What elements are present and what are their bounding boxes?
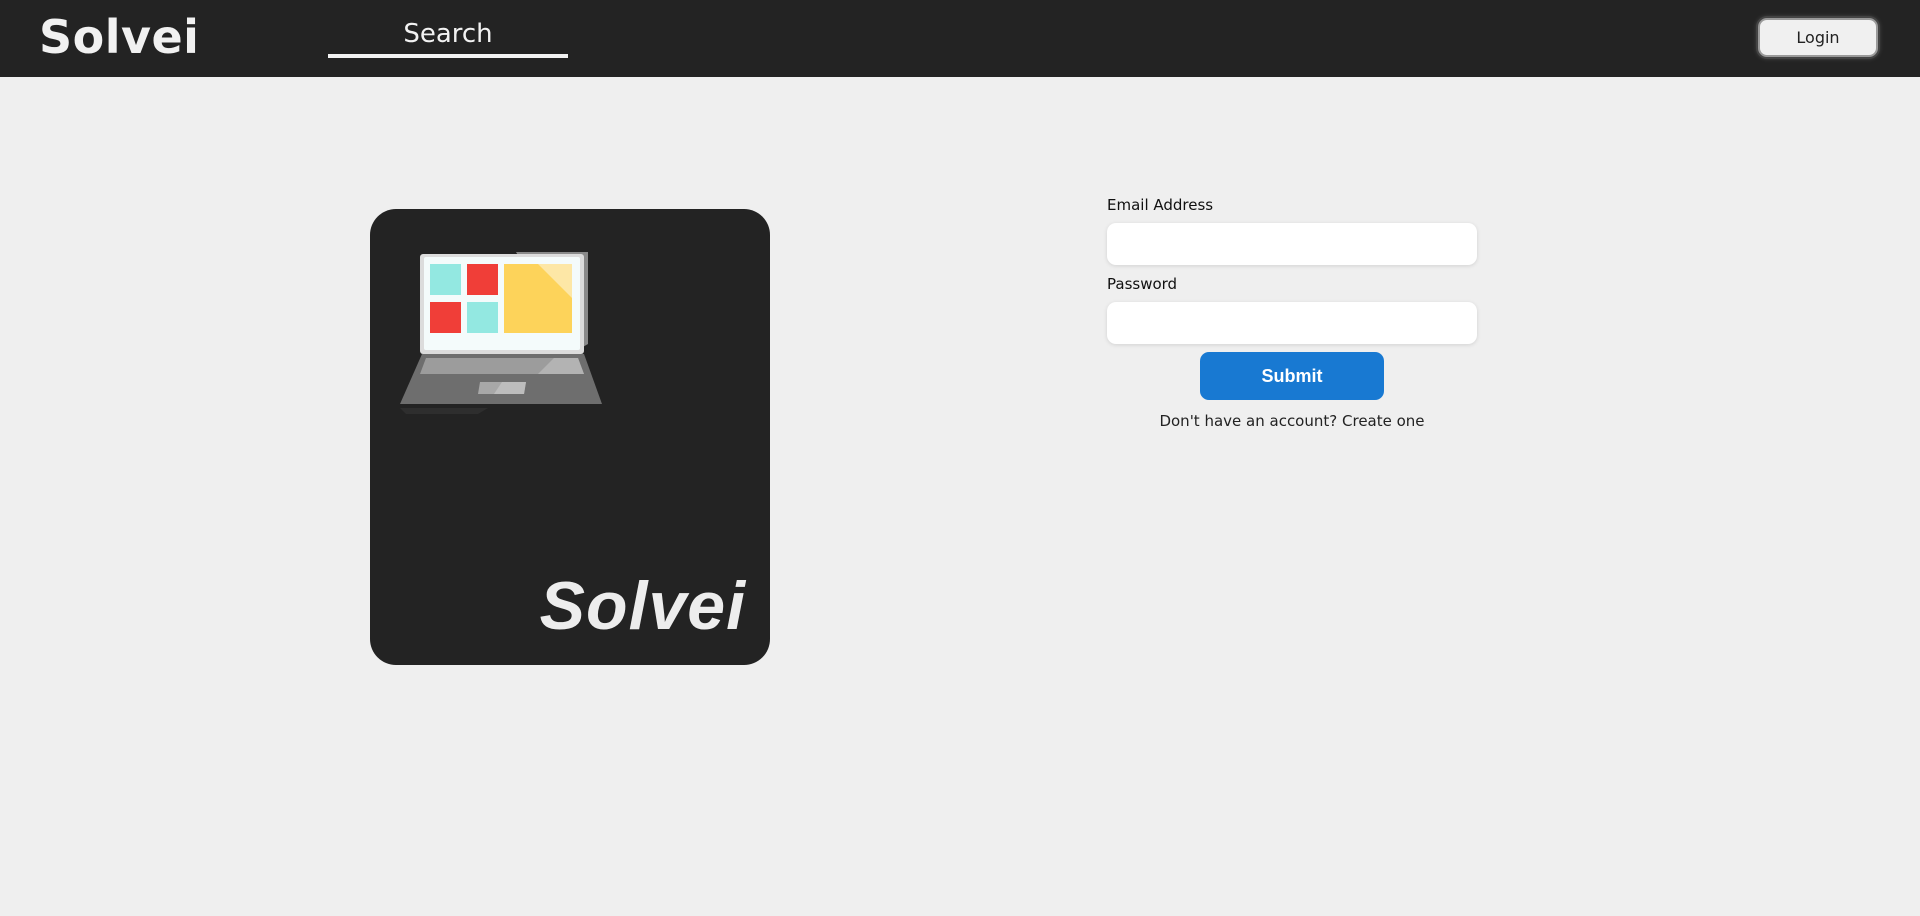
- top-navbar: Solvei Login: [0, 0, 1920, 77]
- search-input[interactable]: [328, 16, 568, 58]
- login-button[interactable]: Login: [1758, 18, 1878, 57]
- search-bar: [328, 16, 568, 58]
- create-account-link[interactable]: Create one: [1342, 412, 1425, 430]
- brand-logo[interactable]: Solvei: [39, 11, 199, 63]
- laptop-dashboard-icon: [400, 252, 602, 414]
- hero-card: Solvei: [370, 209, 770, 665]
- submit-button[interactable]: Submit: [1200, 352, 1384, 400]
- login-form: Email Address Password Submit Don't have…: [1107, 195, 1477, 431]
- password-label: Password: [1107, 275, 1178, 293]
- password-field[interactable]: [1107, 302, 1477, 344]
- signup-prompt-text: Don't have an account?: [1159, 412, 1338, 430]
- hero-wordmark: Solvei: [539, 568, 746, 644]
- email-field[interactable]: [1107, 223, 1477, 265]
- email-label: Email Address: [1107, 196, 1214, 214]
- signup-prompt-line: Don't have an account? Create one: [1107, 411, 1477, 431]
